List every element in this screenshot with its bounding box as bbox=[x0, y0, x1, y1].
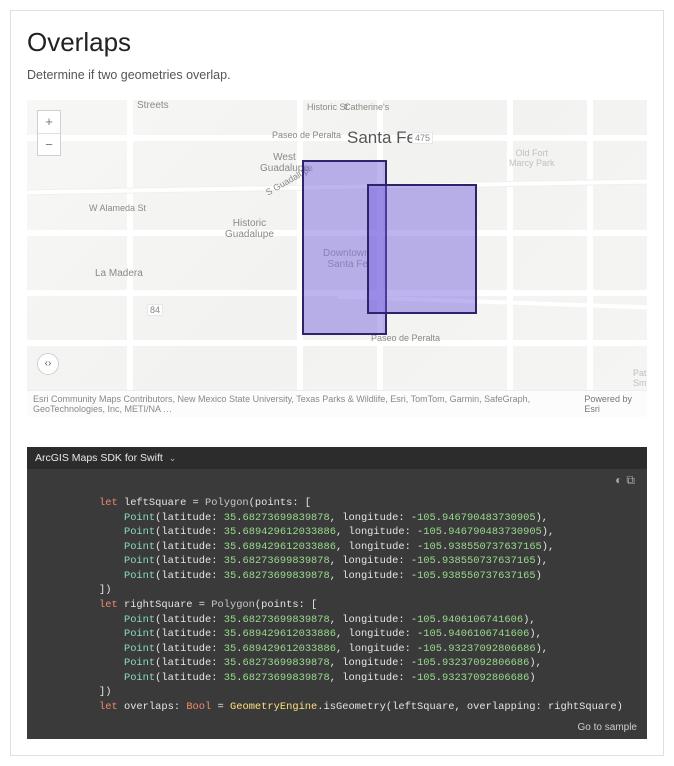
article-panel: Overlaps Determine if two geometries ove… bbox=[10, 10, 664, 756]
map-attribution: Esri Community Maps Contributors, New Me… bbox=[27, 390, 647, 417]
page-title: Overlaps bbox=[27, 27, 647, 58]
park-label: Old Fort Marcy Park bbox=[509, 148, 555, 168]
district-label: La Madera bbox=[95, 268, 143, 279]
road bbox=[127, 100, 133, 390]
district-label: Historic Guadalupe bbox=[225, 218, 274, 240]
go-to-sample-link[interactable]: Go to sample bbox=[578, 722, 637, 733]
code-footer: Go to sample bbox=[27, 718, 647, 739]
park-label: Patric Smith F bbox=[633, 368, 647, 388]
district-label: Streets bbox=[137, 100, 169, 111]
zoom-control: + − bbox=[37, 110, 61, 156]
road bbox=[27, 340, 647, 346]
sdk-label: ArcGIS Maps SDK for Swift bbox=[35, 452, 163, 464]
zoom-out-button[interactable]: − bbox=[38, 133, 60, 155]
street-label: Historic St bbox=[307, 102, 348, 112]
street-label: Paseo de Peralta bbox=[272, 130, 341, 140]
map-view[interactable]: Santa Fe Streets West Guadalupe Historic… bbox=[27, 100, 647, 390]
sdk-selector[interactable]: ArcGIS Maps SDK for Swift ⌄ bbox=[27, 447, 647, 469]
copy-icon[interactable]: ⧉ bbox=[626, 473, 639, 487]
code-toolbar: ◐⧉ bbox=[27, 469, 647, 492]
code-body[interactable]: let leftSquare = Polygon(points: [ Point… bbox=[27, 492, 647, 718]
right-square-polygon bbox=[367, 184, 477, 314]
page-description: Determine if two geometries overlap. bbox=[27, 68, 647, 82]
highway-shield: 84 bbox=[147, 304, 163, 316]
code-sample-panel: ArcGIS Maps SDK for Swift ⌄ ◐⧉ let leftS… bbox=[27, 447, 647, 739]
attribution-text: Esri Community Maps Contributors, New Me… bbox=[33, 394, 584, 414]
theme-toggle-icon[interactable]: ◐ bbox=[615, 473, 626, 487]
highway-shield: 475 bbox=[412, 132, 433, 144]
zoom-in-button[interactable]: + bbox=[38, 111, 60, 133]
road bbox=[587, 100, 593, 390]
embed-code-button[interactable]: ‹› bbox=[37, 353, 59, 375]
city-label: Santa Fe bbox=[347, 128, 416, 148]
street-label: Catherine's bbox=[344, 102, 389, 112]
powered-by: Powered by Esri bbox=[584, 394, 641, 414]
street-label: W Alameda St bbox=[89, 203, 146, 213]
road bbox=[507, 100, 513, 390]
chevron-down-icon: ⌄ bbox=[169, 453, 177, 464]
